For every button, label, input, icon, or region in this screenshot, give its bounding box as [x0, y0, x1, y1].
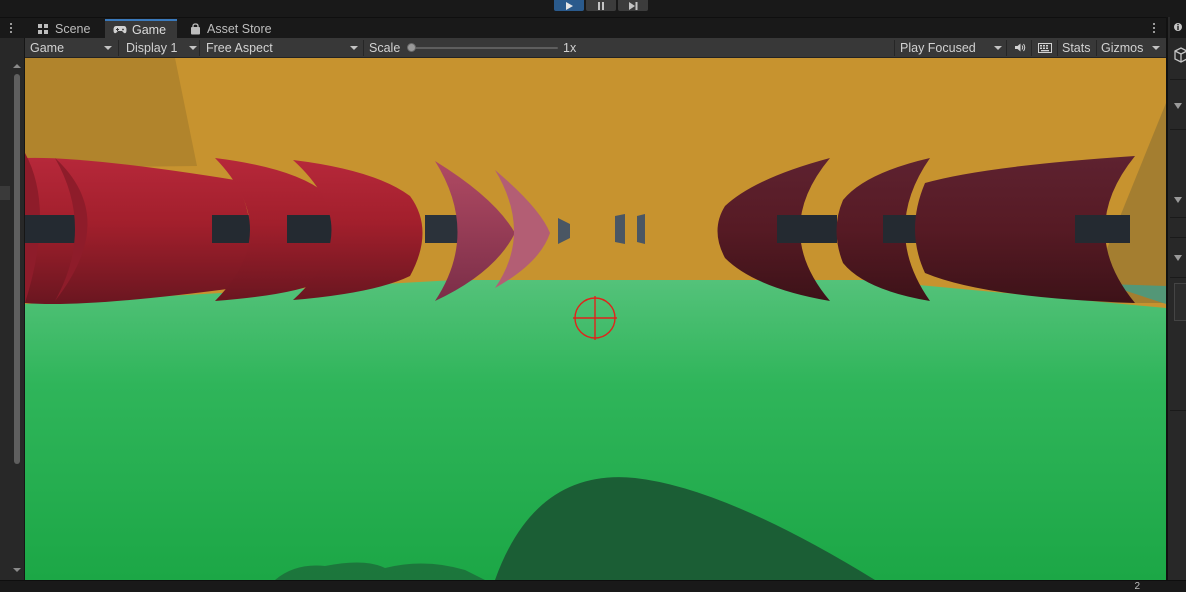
- stats-button[interactable]: Stats: [1058, 38, 1096, 57]
- gizmos-label: Gizmos: [1101, 40, 1144, 55]
- cube-icon: [1174, 47, 1186, 63]
- tab-menu-icon[interactable]: [6, 21, 16, 35]
- scale-slider-track[interactable]: [408, 47, 558, 49]
- scroll-down-icon[interactable]: [13, 568, 21, 572]
- pause-button[interactable]: [586, 0, 616, 11]
- scale-slider-thumb[interactable]: [407, 43, 416, 52]
- scale-label: Scale: [369, 40, 401, 55]
- vertical-scrollbar[interactable]: [12, 64, 22, 572]
- collapse-icon[interactable]: [1174, 255, 1182, 261]
- speaker-icon: [1015, 43, 1026, 52]
- game-viewport[interactable]: [25, 58, 1166, 580]
- tab-game-label: Game: [132, 23, 167, 37]
- display-dropdown[interactable]: Display 1: [122, 38, 201, 57]
- game-render: [25, 58, 1166, 580]
- play-button[interactable]: [554, 0, 584, 11]
- info-icon: [1174, 23, 1182, 31]
- gizmos-dropdown[interactable]: [1148, 38, 1164, 57]
- step-icon: [629, 1, 638, 10]
- scroll-up-icon[interactable]: [13, 64, 21, 68]
- inspector-panel-edge: [1166, 17, 1186, 580]
- bag-icon: [188, 23, 202, 35]
- far-object-2: [615, 214, 625, 244]
- scrollbar-thumb[interactable]: [14, 74, 20, 464]
- display-value: Display 1: [126, 40, 178, 55]
- keyboard-shortcuts-button[interactable]: [1034, 38, 1056, 57]
- aspect-value: Free Aspect: [206, 40, 273, 55]
- view-mode-value: Game: [30, 40, 65, 55]
- play-icon: [566, 1, 573, 10]
- step-button[interactable]: [618, 0, 648, 11]
- play-toolbar: [0, 0, 1186, 12]
- play-mode-dropdown[interactable]: Play Focused: [896, 38, 1006, 57]
- play-mode-value: Play Focused: [900, 40, 976, 55]
- panel-resize-handle[interactable]: [0, 186, 10, 200]
- inspector-field[interactable]: [1174, 283, 1186, 321]
- scale-value: 1x: [563, 40, 577, 55]
- view-mode-dropdown[interactable]: Game: [26, 38, 116, 57]
- stats-label: Stats: [1062, 40, 1091, 55]
- collapse-icon[interactable]: [1174, 103, 1182, 109]
- tab-asset-store[interactable]: Asset Store: [180, 19, 280, 39]
- tab-scene-label: Scene: [55, 22, 91, 36]
- game-toolbar: Game Display 1 Free Aspect Scale 1x Play…: [0, 38, 1166, 58]
- grid-icon: [36, 23, 50, 35]
- gizmos-button[interactable]: Gizmos: [1097, 38, 1147, 57]
- mute-audio-button[interactable]: [1009, 38, 1031, 57]
- status-bar: 2: [0, 580, 1186, 592]
- tab-bar: Scene Game Asset Store: [0, 17, 1166, 39]
- aspect-dropdown[interactable]: Free Aspect: [202, 38, 362, 57]
- tab-asset-store-label: Asset Store: [207, 22, 272, 36]
- tab-game[interactable]: Game: [105, 19, 177, 39]
- collapse-icon[interactable]: [1174, 197, 1182, 203]
- pause-icon: [598, 1, 604, 10]
- console-count: 2: [1134, 581, 1140, 592]
- panel-menu-icon[interactable]: [1149, 21, 1159, 35]
- gamepad-icon: [113, 24, 127, 36]
- keyboard-icon: [1038, 42, 1052, 53]
- left-wall-shade: [25, 58, 197, 168]
- far-object-3: [637, 214, 645, 244]
- tab-scene[interactable]: Scene: [28, 19, 98, 39]
